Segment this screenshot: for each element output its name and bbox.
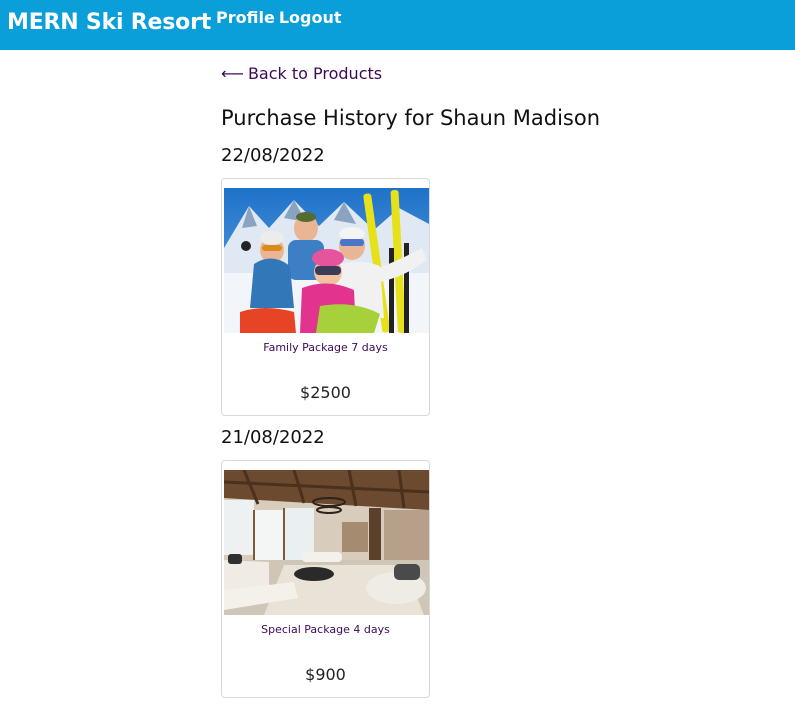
product-card[interactable]: Special Package 4 days $900 <box>221 460 430 698</box>
arrow-left-icon: ⟵ <box>221 64 244 83</box>
purchase-date: 22/08/2022 <box>221 145 325 166</box>
product-name[interactable]: Special Package 4 days <box>222 623 429 637</box>
purchase-date: 21/08/2022 <box>221 427 325 448</box>
product-card[interactable]: Family Package 7 days $2500 <box>221 178 430 416</box>
top-nav: Profile Logout <box>216 7 341 29</box>
family-skiers-photo <box>224 188 429 333</box>
product-price: $900 <box>305 665 346 684</box>
product-image[interactable] <box>224 470 429 615</box>
brand-logo-text[interactable]: MERN Ski Resort <box>7 9 211 37</box>
product-name[interactable]: Family Package 7 days <box>222 341 429 355</box>
nav-profile-link[interactable]: Profile <box>216 8 275 27</box>
chalet-interior-photo <box>224 470 429 615</box>
back-link-label: Back to Products <box>247 64 383 83</box>
nav-logout-link[interactable]: Logout <box>279 8 342 27</box>
page-title: Purchase History for Shaun Madison <box>221 106 601 130</box>
top-navbar: MERN Ski Resort Profile Logout <box>0 0 795 50</box>
back-to-products-link[interactable]: ⟵ Back to Products <box>221 63 382 85</box>
product-image[interactable] <box>224 188 429 333</box>
product-price: $2500 <box>300 383 351 402</box>
